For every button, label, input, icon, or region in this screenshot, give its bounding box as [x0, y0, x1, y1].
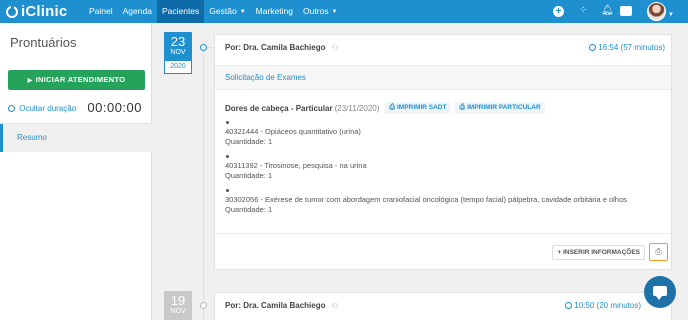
doctor-icon: ⚇ — [331, 303, 338, 310]
nav-marketing[interactable]: Marketing — [251, 0, 298, 23]
list-item: 30302056 - Exérese de tumor com abordage… — [225, 195, 627, 215]
record-time: 16:54 (57 minutos) — [589, 43, 665, 52]
iclinic-logo-icon — [6, 4, 18, 18]
bullet — [226, 155, 229, 158]
author-label: Por: Dra. Camila Bachiego — [225, 301, 326, 310]
printer-icon: ⎙ — [655, 247, 662, 256]
clock-icon — [565, 302, 573, 309]
list-item: 40321444 - Opiáceos quantitativo (urina)… — [225, 127, 361, 147]
request-date: (23/11/2020) — [334, 103, 380, 113]
chevron-down-icon[interactable]: ▼ — [668, 9, 674, 21]
print-sadt-label: IMPRIMIR SADT — [397, 104, 447, 111]
date-year: 2020 — [164, 60, 192, 74]
chat-bubble-icon — [653, 286, 667, 300]
date-day: 19 — [170, 293, 186, 308]
sidebar-item-resumo[interactable]: Resumo — [0, 124, 152, 152]
record-card: Por: Dra. Camila Bachiego ⚇ 16:54 (57 mi… — [214, 34, 672, 270]
print-private-label: IMPRIMIR PARTICULAR — [467, 104, 541, 111]
main-nav: Painel Agenda Pacientes Gestão ▼ Marketin… — [84, 0, 342, 23]
nav-outros[interactable]: Outros ▼ — [298, 0, 342, 23]
exam-name: 40321444 - Opiáceos quantitativo (urina) — [225, 127, 361, 136]
print-private-button[interactable]: ⎙ IMPRIMIR PARTICULAR — [455, 102, 545, 114]
records-sidebar: Prontuários ▶ INICIAR ATENDIMENTO Ocultar… — [0, 23, 152, 320]
bullet — [226, 121, 229, 124]
start-appointment-label: INICIAR ATENDIMENTO — [35, 75, 126, 84]
date-badge: 23 NOV 2020 — [164, 32, 192, 74]
printer-icon: ⎙ — [459, 104, 466, 111]
appointment-timer: 00:00:00 — [87, 100, 142, 115]
hide-duration-toggle[interactable]: Ocultar duração — [8, 104, 76, 113]
date-month: NOV — [170, 308, 186, 315]
iclinic-logo[interactable]: iClinic — [6, 3, 67, 20]
play-icon: ▶ — [27, 78, 33, 84]
doctor-icon: ⚇ — [331, 45, 338, 52]
print-record-button[interactable]: ⎙ — [649, 243, 668, 261]
timeline-line — [203, 48, 204, 320]
nav-outros-label: Outros — [302, 6, 329, 16]
plus-icon: + — [557, 249, 562, 256]
exam-qty: Quantidade: 1 — [225, 137, 273, 146]
clock-icon — [589, 44, 597, 51]
nav-gestao[interactable]: Gestão ▼ — [204, 0, 250, 23]
chat-icon[interactable] — [620, 6, 632, 16]
record-author: Por: Dra. Camila Bachiego ⚇ — [225, 43, 338, 52]
top-navbar: iClinic Painel Agenda Pacientes Gestão ▼ … — [0, 0, 688, 23]
logo-text: iClinic — [21, 3, 68, 20]
divider — [215, 233, 671, 234]
print-sadt-button[interactable]: ⎙ IMPRIMIR SADT — [385, 102, 451, 114]
clock-icon — [8, 105, 15, 112]
chevron-down-icon: ▼ — [239, 9, 246, 15]
nav-pacientes[interactable]: Pacientes — [156, 0, 205, 23]
insert-info-label: INSERIR INFORMAÇÕES — [563, 249, 640, 256]
nav-painel[interactable]: Painel — [84, 0, 118, 23]
sidebar-item-label: Resumo — [17, 133, 47, 142]
user-avatar[interactable] — [647, 2, 666, 21]
timeline-dot — [200, 302, 207, 309]
printer-icon: ⎙ — [389, 104, 395, 111]
nav-gestao-label: Gestão — [209, 6, 237, 16]
timeline-dot — [200, 44, 207, 51]
record-author: Por: Dra. Camila Bachiego ⚇ — [225, 301, 338, 310]
list-item: 40311392 - Tirosinose, pesquisa - na uri… — [225, 161, 367, 181]
request-title: Dores de cabeça - Particular — [225, 103, 333, 113]
exam-qty: Quantidade: 1 — [225, 205, 273, 214]
author-label: Por: Dra. Camila Bachiego — [225, 43, 326, 52]
nav-agenda[interactable]: Agenda — [118, 0, 157, 23]
hide-duration-label: Ocultar duração — [19, 104, 77, 113]
date-month: NOV — [170, 49, 186, 56]
exam-name: 30302056 - Exérese de tumor com abordage… — [225, 195, 627, 204]
bell-icon[interactable]: 🔔︎ — [601, 5, 614, 17]
exam-name: 40311392 - Tirosinose, pesquisa - na uri… — [225, 161, 367, 170]
exam-qty: Quantidade: 1 — [225, 171, 273, 180]
sidebar-title: Prontuários — [10, 35, 77, 50]
insert-info-button[interactable]: + INSERIR INFORMAÇÕES — [552, 245, 645, 260]
record-card: Por: Dra. Camila Bachiego ⚇ 10:50 (20 mi… — [214, 292, 672, 320]
start-appointment-button[interactable]: ▶ INICIAR ATENDIMENTO — [8, 70, 145, 90]
chevron-down-icon: ▼ — [331, 9, 338, 15]
exam-request-header: Dores de cabeça - Particular (23/11/2020… — [225, 102, 550, 114]
section-header: Solicitação de Exames — [215, 65, 671, 90]
plus-circle-icon[interactable]: + — [553, 6, 564, 17]
date-day: 23 — [170, 34, 186, 49]
record-time-label: 10:50 (20 minutos) — [574, 301, 641, 310]
chat-support-button[interactable] — [644, 276, 676, 308]
record-time-label: 16:54 (57 minutos) — [598, 43, 665, 52]
record-time: 10:50 (20 minutos) — [565, 301, 641, 310]
apps-grid-icon[interactable]: ⁘ — [579, 5, 587, 17]
date-badge: 19 NOV — [164, 291, 192, 320]
bullet — [226, 189, 229, 192]
